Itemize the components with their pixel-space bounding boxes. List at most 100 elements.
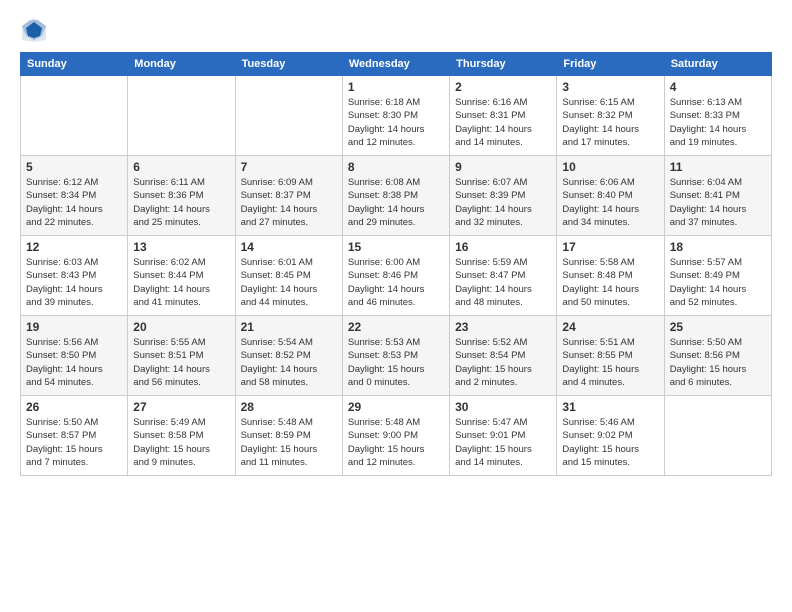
day-info: Daylight: 14 hours (26, 363, 122, 376)
day-info: and 4 minutes. (562, 376, 658, 389)
calendar-cell: 22Sunrise: 5:53 AMSunset: 8:53 PMDayligh… (342, 316, 449, 396)
calendar-cell: 7Sunrise: 6:09 AMSunset: 8:37 PMDaylight… (235, 156, 342, 236)
day-info: and 25 minutes. (133, 216, 229, 229)
day-info: Sunrise: 5:48 AM (241, 416, 337, 429)
calendar-cell: 25Sunrise: 5:50 AMSunset: 8:56 PMDayligh… (664, 316, 771, 396)
day-info: and 50 minutes. (562, 296, 658, 309)
day-info: Daylight: 15 hours (562, 363, 658, 376)
day-info: Daylight: 15 hours (348, 443, 444, 456)
day-info: Sunset: 8:57 PM (26, 429, 122, 442)
day-info: Sunrise: 6:13 AM (670, 96, 766, 109)
day-info: Daylight: 14 hours (348, 283, 444, 296)
day-info: Daylight: 15 hours (241, 443, 337, 456)
day-info: Sunset: 8:59 PM (241, 429, 337, 442)
day-number: 7 (241, 160, 337, 174)
day-info: and 27 minutes. (241, 216, 337, 229)
calendar-cell: 14Sunrise: 6:01 AMSunset: 8:45 PMDayligh… (235, 236, 342, 316)
calendar-cell: 11Sunrise: 6:04 AMSunset: 8:41 PMDayligh… (664, 156, 771, 236)
day-info: Daylight: 15 hours (562, 443, 658, 456)
day-info: and 9 minutes. (133, 456, 229, 469)
day-info: Daylight: 15 hours (455, 443, 551, 456)
day-info: Sunrise: 6:18 AM (348, 96, 444, 109)
day-info: Sunrise: 6:01 AM (241, 256, 337, 269)
day-info: Sunset: 8:45 PM (241, 269, 337, 282)
header-wednesday: Wednesday (342, 53, 449, 76)
day-info: Sunset: 8:58 PM (133, 429, 229, 442)
day-info: Daylight: 14 hours (670, 203, 766, 216)
day-info: Sunset: 8:43 PM (26, 269, 122, 282)
day-info: Sunrise: 5:47 AM (455, 416, 551, 429)
day-info: Sunset: 8:32 PM (562, 109, 658, 122)
calendar-cell: 17Sunrise: 5:58 AMSunset: 8:48 PMDayligh… (557, 236, 664, 316)
day-info: Sunrise: 6:04 AM (670, 176, 766, 189)
calendar-cell: 12Sunrise: 6:03 AMSunset: 8:43 PMDayligh… (21, 236, 128, 316)
day-info: Daylight: 14 hours (455, 203, 551, 216)
day-number: 10 (562, 160, 658, 174)
day-number: 17 (562, 240, 658, 254)
day-info: Sunrise: 6:08 AM (348, 176, 444, 189)
day-number: 29 (348, 400, 444, 414)
day-info: Sunrise: 5:50 AM (26, 416, 122, 429)
calendar-cell: 30Sunrise: 5:47 AMSunset: 9:01 PMDayligh… (450, 396, 557, 476)
calendar-cell: 15Sunrise: 6:00 AMSunset: 8:46 PMDayligh… (342, 236, 449, 316)
calendar-cell: 9Sunrise: 6:07 AMSunset: 8:39 PMDaylight… (450, 156, 557, 236)
header-sunday: Sunday (21, 53, 128, 76)
day-number: 9 (455, 160, 551, 174)
day-info: and 34 minutes. (562, 216, 658, 229)
calendar-cell: 5Sunrise: 6:12 AMSunset: 8:34 PMDaylight… (21, 156, 128, 236)
day-number: 18 (670, 240, 766, 254)
calendar-cell: 20Sunrise: 5:55 AMSunset: 8:51 PMDayligh… (128, 316, 235, 396)
day-info: Sunset: 8:37 PM (241, 189, 337, 202)
day-number: 21 (241, 320, 337, 334)
day-info: and 48 minutes. (455, 296, 551, 309)
day-info: Sunrise: 5:49 AM (133, 416, 229, 429)
day-info: Sunset: 8:40 PM (562, 189, 658, 202)
day-info: Sunset: 9:00 PM (348, 429, 444, 442)
day-number: 31 (562, 400, 658, 414)
day-info: and 14 minutes. (455, 456, 551, 469)
day-info: Sunset: 8:46 PM (348, 269, 444, 282)
day-info: Sunset: 8:34 PM (26, 189, 122, 202)
day-info: and 17 minutes. (562, 136, 658, 149)
day-info: Sunrise: 5:59 AM (455, 256, 551, 269)
day-info: Daylight: 14 hours (455, 123, 551, 136)
day-info: Daylight: 14 hours (670, 283, 766, 296)
day-info: Sunset: 8:50 PM (26, 349, 122, 362)
day-info: and 12 minutes. (348, 136, 444, 149)
day-info: and 15 minutes. (562, 456, 658, 469)
day-info: Sunrise: 5:54 AM (241, 336, 337, 349)
day-info: and 46 minutes. (348, 296, 444, 309)
day-number: 5 (26, 160, 122, 174)
day-info: Sunset: 8:33 PM (670, 109, 766, 122)
day-info: and 12 minutes. (348, 456, 444, 469)
day-info: and 11 minutes. (241, 456, 337, 469)
calendar-cell: 8Sunrise: 6:08 AMSunset: 8:38 PMDaylight… (342, 156, 449, 236)
day-info: Sunrise: 6:06 AM (562, 176, 658, 189)
calendar-cell (664, 396, 771, 476)
day-info: Sunset: 8:30 PM (348, 109, 444, 122)
day-number: 14 (241, 240, 337, 254)
calendar-cell: 13Sunrise: 6:02 AMSunset: 8:44 PMDayligh… (128, 236, 235, 316)
day-number: 26 (26, 400, 122, 414)
calendar-cell: 1Sunrise: 6:18 AMSunset: 8:30 PMDaylight… (342, 76, 449, 156)
day-info: Daylight: 14 hours (133, 203, 229, 216)
calendar-cell: 16Sunrise: 5:59 AMSunset: 8:47 PMDayligh… (450, 236, 557, 316)
day-info: and 37 minutes. (670, 216, 766, 229)
day-info: Sunset: 9:01 PM (455, 429, 551, 442)
day-info: Daylight: 14 hours (241, 363, 337, 376)
day-info: Sunset: 8:54 PM (455, 349, 551, 362)
day-info: and 41 minutes. (133, 296, 229, 309)
logo (20, 16, 52, 44)
day-number: 13 (133, 240, 229, 254)
day-info: Sunrise: 5:53 AM (348, 336, 444, 349)
header (20, 16, 772, 44)
day-info: Sunset: 8:56 PM (670, 349, 766, 362)
day-info: Sunset: 8:52 PM (241, 349, 337, 362)
calendar-cell: 28Sunrise: 5:48 AMSunset: 8:59 PMDayligh… (235, 396, 342, 476)
day-info: Sunrise: 5:50 AM (670, 336, 766, 349)
day-number: 4 (670, 80, 766, 94)
day-info: and 32 minutes. (455, 216, 551, 229)
day-info: Sunrise: 5:56 AM (26, 336, 122, 349)
day-info: Sunset: 8:49 PM (670, 269, 766, 282)
calendar-cell: 27Sunrise: 5:49 AMSunset: 8:58 PMDayligh… (128, 396, 235, 476)
